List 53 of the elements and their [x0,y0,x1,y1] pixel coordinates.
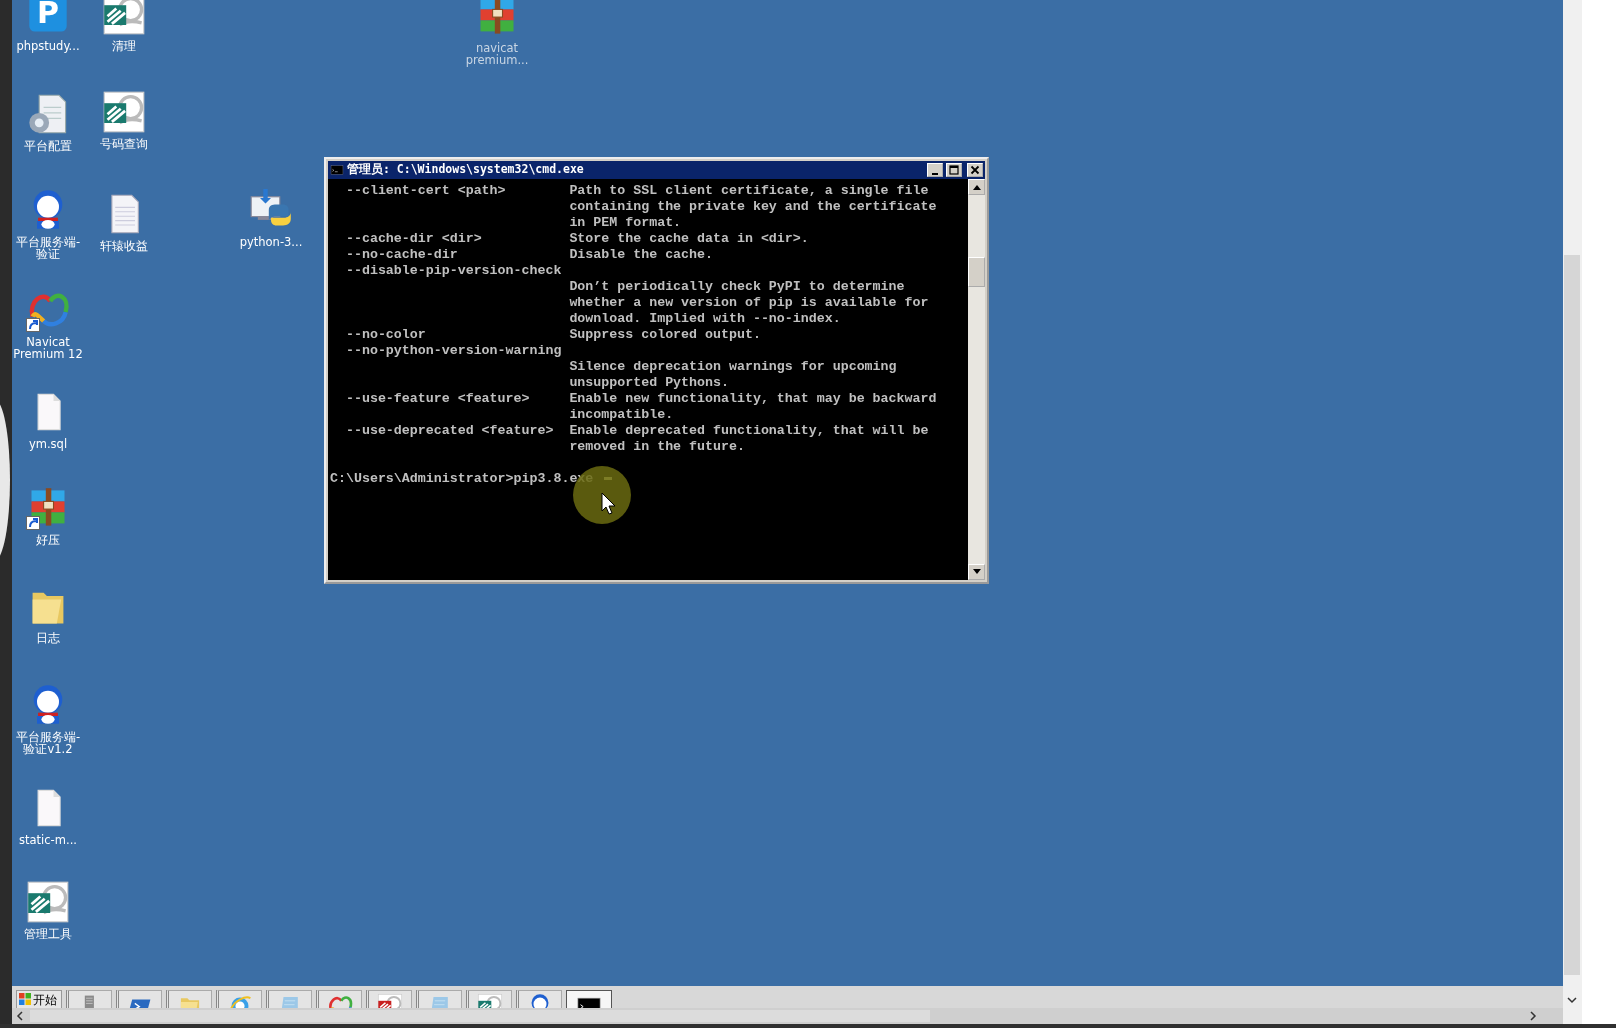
icon-label[interactable]: 平台服务端-验证v1.2 [12,731,84,755]
maximize-button[interactable] [946,163,962,177]
console-line: --no-cache-dir Disable the cache. [344,247,714,263]
icon-label[interactable]: 平台配置 [24,140,72,152]
icon-label[interactable]: python-3... [239,236,303,248]
arrow-icon [972,569,981,575]
icon-label[interactable]: 日志 [36,632,60,644]
app-logo-icon[interactable] [102,0,146,36]
console-line: in PEM format. [568,215,683,231]
console-line: --client-cert <path> Path to SSL client certificate, a single file [344,183,930,199]
icon-label[interactable]: ym.sql [28,438,68,450]
icon-label[interactable]: static-m... [19,834,77,846]
arrow-icon [972,184,981,190]
scroll-up-button[interactable] [968,179,985,195]
close-icon [969,164,981,176]
console-icon [330,163,344,177]
icon-label[interactable]: 管理工具 [24,928,72,940]
minimize-button[interactable] [927,163,943,177]
icon-label[interactable]: 轩辕收益 [100,240,148,252]
close-button[interactable] [967,163,983,177]
scrollbar[interactable] [968,179,985,580]
console-line: containing the private key and the certificate [568,199,938,215]
console-line: --disable-pip-version-check [344,263,563,279]
console-line: --no-color Suppress colored output. [344,327,762,343]
console-line: download. Implied with --no-index. [568,311,842,327]
maximize-icon [948,164,960,176]
start-button[interactable]: 开始 [16,990,62,1008]
icon-label[interactable]: phpstudy... [16,40,80,52]
scroll-thumb[interactable] [968,257,985,287]
window-title: 管理员: C:\Windows\system32\cmd.exe [347,161,584,179]
icon-label[interactable]: navicat premium... [461,42,533,66]
icon-label[interactable]: 号码查询 [100,138,148,150]
icon-label[interactable]: Navicat Premium 12 [12,336,84,360]
windows-logo-icon [19,993,31,1005]
icon-label[interactable]: 平台服务端-验证 [12,236,84,260]
vertical-scrollbar[interactable] [1563,0,1582,1024]
console-line: --no-python-version-warning [344,343,563,359]
console-line: removed in the future. [568,439,746,455]
console-line: Silence deprecation warnings for upcoming [568,359,898,375]
app-logo-icon[interactable] [26,880,70,924]
horizontal-scrollbar[interactable] [12,1008,1563,1024]
console-line: --use-feature <feature> Enable new functionality, that may be backward [344,391,938,407]
console-line: whether a new version of pip is available for [568,295,930,311]
console-line: --use-deprecated <feature> Enable deprecated functionality, that will be [344,423,930,439]
console-line: incompatible. [568,407,675,423]
console-line: unsupported Pythons. [568,375,730,391]
app-logo-icon[interactable] [102,90,146,134]
console-line: --cache-dir <dir> Store the cache data in <dir>. [344,231,810,247]
icon-label[interactable]: 好压 [36,534,60,546]
console-line: Don’t periodically check PyPI to determine [568,279,906,295]
minimize-icon [932,172,938,175]
scroll-down-button[interactable] [968,564,985,580]
icon-label[interactable]: 清理 [112,40,136,52]
